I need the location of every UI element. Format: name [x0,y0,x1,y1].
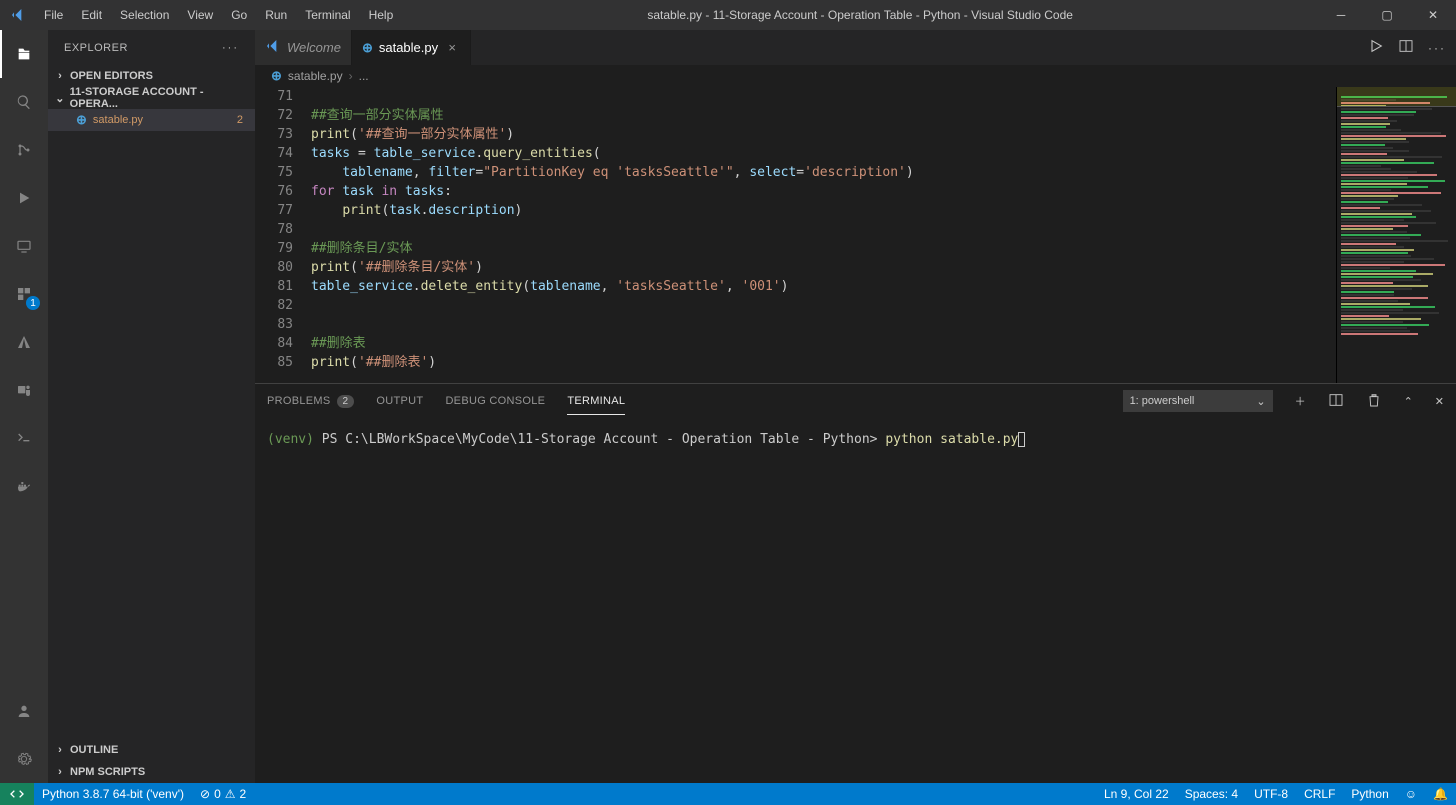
status-feedback-icon[interactable]: ☺ [1397,783,1425,805]
status-indent[interactable]: Spaces: 4 [1177,783,1246,805]
teams-icon[interactable] [0,366,48,414]
open-editors-section[interactable]: ›OPEN EDITORS [48,65,255,87]
python-file-icon: ⊕ [271,68,282,84]
sidebar-more-icon[interactable]: ··· [222,42,239,54]
menu-bar: FileEditSelectionViewGoRunTerminalHelp [35,0,402,30]
panel: PROBLEMS2 OUTPUT DEBUG CONSOLE TERMINAL … [255,383,1456,783]
new-terminal-icon[interactable]: ＋ [1295,393,1306,409]
vscode-logo-icon [265,38,281,57]
folder-section[interactable]: ⌄11-STORAGE ACCOUNT - OPERA... [48,87,255,109]
title-bar: FileEditSelectionViewGoRunTerminalHelp s… [0,0,1456,30]
file-row[interactable]: ⊕ satable.py 2 [48,109,255,131]
close-tab-icon[interactable]: × [444,40,460,55]
window-title: satable.py - 11-Storage Account - Operat… [402,8,1318,22]
panel-tab-debug[interactable]: DEBUG CONSOLE [445,395,545,407]
file-problems-badge: 2 [237,114,243,126]
terminal[interactable]: (venv) PS C:\LBWorkSpace\MyCode\11-Stora… [255,418,1456,783]
terminal-icon[interactable] [0,414,48,462]
split-editor-icon[interactable] [1398,38,1414,57]
scm-icon[interactable] [0,126,48,174]
status-encoding[interactable]: UTF-8 [1246,783,1296,805]
vscode-logo-icon [0,7,35,23]
status-notifications-icon[interactable]: 🔔 [1425,783,1456,805]
more-actions-icon[interactable]: ··· [1428,41,1446,55]
panel-tab-problems[interactable]: PROBLEMS2 [267,395,354,407]
panel-tab-terminal[interactable]: TERMINAL [567,395,625,407]
extensions-icon[interactable]: 1 [0,270,48,318]
menu-view[interactable]: View [178,0,222,30]
status-eol[interactable]: CRLF [1296,783,1343,805]
tab-satable[interactable]: ⊕ satable.py × [352,30,471,65]
run-file-icon[interactable] [1368,38,1384,57]
status-lang[interactable]: Python [1343,783,1396,805]
menu-edit[interactable]: Edit [72,0,111,30]
python-file-icon: ⊕ [76,112,87,128]
minimap[interactable] [1336,87,1456,383]
status-python[interactable]: Python 3.8.7 64-bit ('venv') [34,783,192,805]
search-icon[interactable] [0,78,48,126]
account-icon[interactable] [0,687,48,735]
python-file-icon: ⊕ [362,40,373,56]
breadcrumbs[interactable]: ⊕ satable.py › ... [255,65,1456,87]
sidebar-title: EXPLORER [64,42,128,54]
menu-run[interactable]: Run [256,0,296,30]
terminal-selector[interactable]: 1: powershell⌄ [1123,390,1273,412]
maximize-panel-icon[interactable]: ⌃ [1404,395,1413,408]
remote-explorer-icon[interactable] [0,222,48,270]
editor-tabs: Welcome ⊕ satable.py × ··· [255,30,1456,65]
azure-icon[interactable] [0,318,48,366]
outline-section[interactable]: ›OUTLINE [48,739,255,761]
status-cursor[interactable]: Ln 9, Col 22 [1096,783,1177,805]
remote-indicator[interactable] [0,783,34,805]
menu-file[interactable]: File [35,0,72,30]
docker-icon[interactable] [0,462,48,510]
status-bar: Python 3.8.7 64-bit ('venv') ⊘0 ⚠2 Ln 9,… [0,783,1456,805]
activity-bar: 1 [0,30,48,783]
split-terminal-icon[interactable] [1328,392,1344,411]
sidebar: EXPLORER ··· ›OPEN EDITORS ⌄11-STORAGE A… [48,30,255,783]
menu-selection[interactable]: Selection [111,0,178,30]
settings-icon[interactable] [0,735,48,783]
tab-welcome[interactable]: Welcome [255,30,352,65]
close-panel-icon[interactable]: ✕ [1435,395,1444,408]
run-icon[interactable] [0,174,48,222]
menu-go[interactable]: Go [222,0,256,30]
panel-tab-output[interactable]: OUTPUT [376,395,423,407]
maximize-button[interactable]: ▢ [1364,0,1410,30]
explorer-icon[interactable] [0,30,48,78]
status-problems[interactable]: ⊘0 ⚠2 [192,783,254,805]
menu-terminal[interactable]: Terminal [296,0,359,30]
menu-help[interactable]: Help [360,0,403,30]
npm-scripts-section[interactable]: ›NPM SCRIPTS [48,761,255,783]
close-button[interactable]: ✕ [1410,0,1456,30]
kill-terminal-icon[interactable] [1366,392,1382,411]
code-editor[interactable]: 717273747576777879808182838485 ##查询一部分实体… [255,87,1336,383]
minimize-button[interactable]: ─ [1318,0,1364,30]
